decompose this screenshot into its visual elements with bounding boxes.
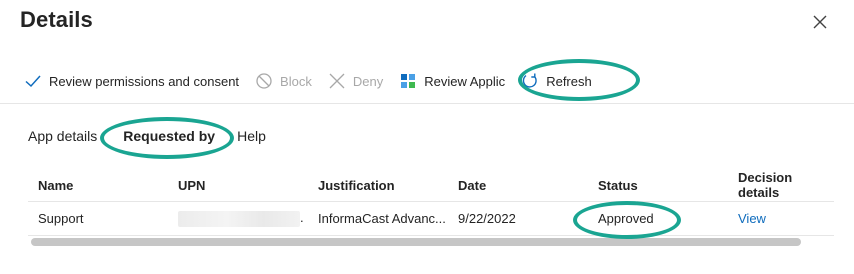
- table-row[interactable]: Support . InformaCast Advanc... 9/22/202…: [28, 201, 834, 236]
- close-button[interactable]: [810, 12, 830, 32]
- review-application-button[interactable]: Review Application: [399, 72, 505, 90]
- column-header-upn[interactable]: UPN: [168, 169, 308, 202]
- refresh-button[interactable]: Refresh: [521, 72, 592, 90]
- table-header-row: Name UPN Justification Date Status Decis…: [28, 169, 834, 202]
- column-header-justification[interactable]: Justification: [308, 169, 448, 202]
- view-link[interactable]: View: [738, 211, 766, 226]
- tab-requested-by[interactable]: Requested by: [123, 128, 215, 144]
- tab-list: App details Requested by Help: [28, 128, 284, 144]
- redacted-upn: [178, 210, 300, 227]
- review-permissions-label: Review permissions and consent: [49, 73, 240, 89]
- deny-icon: [328, 72, 346, 90]
- toolbar-divider: [0, 103, 854, 104]
- upn-suffix: .: [300, 210, 304, 226]
- tab-help[interactable]: Help: [237, 128, 266, 144]
- checkmark-icon: [24, 72, 42, 90]
- requests-table: Name UPN Justification Date Status Decis…: [28, 169, 834, 236]
- close-icon: [813, 15, 827, 29]
- tab-app-details[interactable]: App details: [28, 128, 97, 144]
- column-header-name[interactable]: Name: [28, 169, 168, 202]
- column-header-date[interactable]: Date: [448, 169, 588, 202]
- block-label: Block: [280, 73, 312, 89]
- column-header-decision-details[interactable]: Decision details: [728, 169, 834, 202]
- review-permissions-button[interactable]: Review permissions and consent: [24, 72, 239, 90]
- refresh-icon: [521, 72, 539, 90]
- cell-decision-details: View: [728, 201, 834, 236]
- deny-label: Deny: [352, 73, 384, 89]
- deny-button[interactable]: Deny: [328, 72, 383, 90]
- cell-justification: InformaCast Advanc...: [308, 201, 448, 236]
- column-header-status[interactable]: Status: [588, 169, 728, 202]
- cell-upn: .: [168, 201, 308, 236]
- block-icon: [255, 72, 273, 90]
- panel-title: Details: [20, 7, 93, 32]
- cell-status: Approved: [588, 201, 728, 236]
- app-grid-icon: [399, 72, 417, 90]
- refresh-label: Refresh: [546, 73, 592, 89]
- command-bar: Review permissions and consent Block Den…: [24, 66, 608, 96]
- cell-name: Support: [28, 201, 168, 236]
- block-button[interactable]: Block: [255, 72, 312, 90]
- cell-date: 9/22/2022: [448, 201, 588, 236]
- review-application-label: Review Application: [424, 73, 506, 89]
- horizontal-scrollbar[interactable]: [31, 238, 801, 246]
